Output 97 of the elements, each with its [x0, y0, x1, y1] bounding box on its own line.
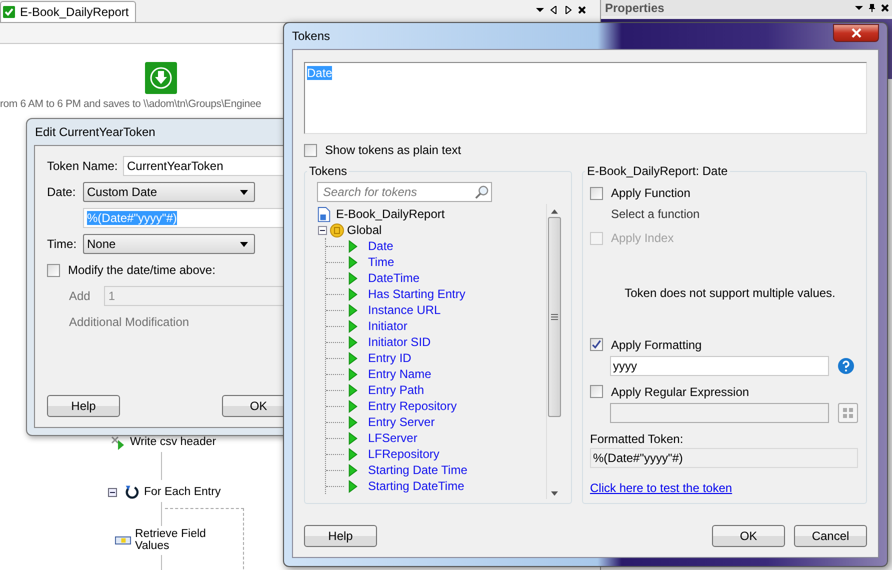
play-icon [348, 288, 358, 300]
search-field[interactable]: Search for tokens [317, 182, 492, 202]
field-label: Time: [47, 237, 77, 251]
tree-item[interactable]: Entry ID [368, 351, 412, 365]
close-icon [850, 28, 862, 38]
check-icon [3, 6, 15, 18]
play-icon [348, 272, 358, 284]
tree-item[interactable]: LFServer [368, 431, 418, 445]
checkbox-label: Apply Index [611, 231, 674, 246]
scroll-right-icon[interactable] [564, 6, 572, 14]
checkbox-label: Show tokens as plain text [325, 143, 462, 157]
play-icon [348, 352, 358, 364]
checkbox[interactable] [590, 338, 603, 352]
tree-item[interactable]: Instance URL [368, 303, 441, 317]
cancel-button[interactable]: Cancel [794, 525, 867, 547]
help-icon[interactable] [838, 358, 854, 374]
close-button[interactable] [833, 24, 879, 42]
tree-item[interactable]: LFRepository [368, 447, 440, 461]
regex-field[interactable] [610, 403, 829, 424]
window-title: Tokens [292, 29, 330, 43]
format-field[interactable]: yyyy [610, 356, 829, 376]
field-label: Add [69, 289, 90, 303]
field-label: Token Name: [47, 159, 117, 173]
close-icon[interactable] [578, 6, 586, 14]
coin-icon [330, 222, 344, 238]
scroll-up-icon[interactable] [550, 209, 558, 214]
tree-item[interactable]: Time [368, 255, 394, 269]
grid-icon [843, 408, 853, 418]
checkbox-label: Apply Function [611, 186, 690, 200]
dropdown-icon[interactable] [855, 4, 863, 12]
loop-arrow-icon [124, 484, 140, 500]
tree-item[interactable]: Entry Repository [368, 399, 457, 413]
checkbox[interactable] [590, 385, 603, 398]
dropdown[interactable]: None [83, 234, 255, 254]
caret-icon [240, 190, 248, 194]
ok-button[interactable]: OK [712, 525, 785, 547]
window-title: Edit CurrentYearToken [34, 124, 156, 141]
close-icon[interactable] [881, 4, 889, 12]
help-button[interactable]: Help [304, 525, 377, 547]
formatted-token-field: %(Date#"yyyy"#) [590, 448, 858, 468]
pin-icon[interactable] [868, 4, 876, 12]
collapse-icon[interactable] [318, 226, 327, 234]
play-icon [348, 400, 358, 412]
play-icon [348, 448, 358, 460]
tree-item[interactable]: DateTime [368, 271, 420, 285]
play-icon [348, 384, 358, 396]
play-icon [348, 416, 358, 428]
field-label: Additional Modification [69, 315, 190, 329]
tree-item[interactable]: Initiator SID [368, 335, 431, 349]
panel-title: Properties [605, 1, 666, 15]
dropdown[interactable]: Custom Date [83, 182, 255, 202]
play-icon [348, 304, 358, 316]
tree-item[interactable]: E-Book_DailyReport [336, 207, 445, 221]
tree-item[interactable]: Date [368, 239, 394, 253]
play-icon [348, 368, 358, 380]
checkbox[interactable] [304, 144, 317, 156]
tree-item[interactable]: Entry Server [368, 415, 435, 429]
play-icon [348, 464, 358, 476]
play-icon [348, 320, 358, 332]
play-icon [348, 336, 358, 348]
group-title: E-Book_DailyReport: Date [586, 164, 729, 178]
collapse-icon[interactable] [108, 488, 117, 496]
play-icon [348, 256, 358, 268]
field-label: Formatted Token: [590, 432, 684, 446]
tree-item[interactable]: Starting Date Time [368, 463, 468, 477]
caret-icon [240, 242, 248, 246]
dialog-button[interactable]: Help [47, 395, 120, 417]
tree-item[interactable]: Has Starting Entry [368, 287, 466, 301]
play-icon [348, 480, 358, 492]
tree-item[interactable]: Global [347, 223, 382, 237]
field-label: Date: [47, 185, 77, 199]
checkbox-label: Apply Formatting [611, 338, 702, 352]
scroll-down-icon[interactable] [550, 491, 558, 496]
checkbox[interactable] [47, 264, 60, 276]
function-hint: Select a function [610, 206, 701, 221]
play-icon [348, 240, 358, 252]
tree-item[interactable]: Starting DateTime [368, 479, 464, 493]
play-icon [348, 432, 358, 444]
grip-icon [550, 314, 558, 320]
workflow-step-label[interactable]: For Each Entry [144, 486, 221, 498]
tree-item[interactable]: Initiator [368, 319, 408, 333]
tree-item[interactable]: Entry Path [368, 383, 424, 397]
checkbox-label: Modify the date/time above: [68, 263, 216, 277]
workflow-step-label[interactable]: Write csv header [130, 436, 216, 448]
checkbox-label: Apply Regular Expression [611, 384, 750, 399]
test-token-link[interactable]: Click here to test the token [590, 480, 732, 495]
dropdown-icon[interactable] [536, 6, 544, 14]
play-step-icon [110, 434, 126, 450]
document-icon [317, 206, 331, 222]
info-message: Token does not support multiple values. [624, 286, 836, 302]
workflow-description: rom 6 AM to 6 PM and saves to \\adom\tn\Groups\Enginee [0, 98, 262, 110]
checkbox[interactable] [590, 186, 603, 200]
document-tab[interactable]: E-Book_DailyReport [0, 1, 136, 22]
scroll-left-icon[interactable] [550, 6, 558, 14]
group-title: Tokens [308, 164, 348, 178]
tree-item[interactable]: Entry Name [368, 367, 432, 381]
search-icon[interactable] [474, 184, 489, 200]
